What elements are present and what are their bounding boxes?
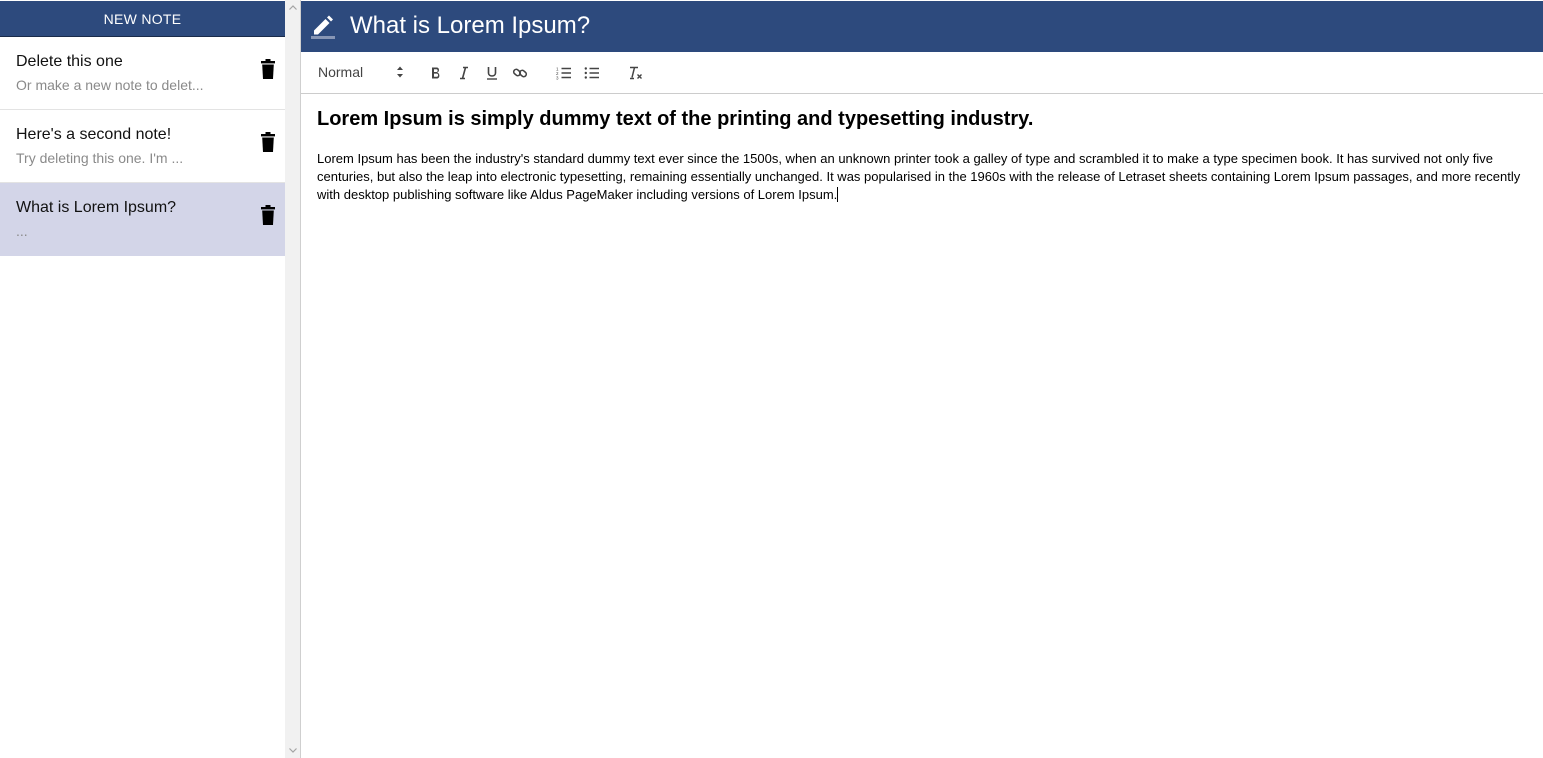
bold-icon[interactable] xyxy=(426,63,446,83)
title-bar: What is Lorem Ipsum? xyxy=(301,1,1543,52)
note-title-input[interactable]: What is Lorem Ipsum? xyxy=(350,12,590,40)
scroll-up-icon[interactable] xyxy=(285,0,300,15)
list-item-selected[interactable]: What is Lorem Ipsum? ... xyxy=(0,183,285,256)
note-title: Here's a second note! xyxy=(16,126,172,143)
clear-format-icon[interactable] xyxy=(626,63,646,83)
note-title: What is Lorem Ipsum? xyxy=(16,199,177,216)
trash-icon[interactable] xyxy=(261,205,275,225)
notes-app: NEW NOTE Delete this one Or make a new n… xyxy=(0,0,1543,758)
note-preview: Try deleting this one. I'm ... xyxy=(16,150,184,166)
list-item[interactable]: Delete this one Or make a new note to de… xyxy=(0,37,285,110)
note-preview: ... xyxy=(16,223,28,239)
editor-pane: What is Lorem Ipsum? Normal 12 3 Lorem I… xyxy=(300,0,1543,758)
italic-icon[interactable] xyxy=(454,63,474,83)
ordered-list-icon[interactable]: 123 xyxy=(554,63,574,83)
pencil-icon xyxy=(310,13,336,39)
sidebar-scrollbar[interactable] xyxy=(285,0,300,758)
new-note-button[interactable]: NEW NOTE xyxy=(0,1,285,37)
format-select-value: Normal xyxy=(318,64,364,80)
format-select[interactable]: Normal xyxy=(318,64,404,82)
editor-content[interactable]: Lorem Ipsum is simply dummy text of the … xyxy=(317,94,1527,204)
trash-icon[interactable] xyxy=(261,59,275,79)
scroll-down-icon[interactable] xyxy=(285,743,300,758)
link-icon[interactable] xyxy=(510,63,530,83)
select-arrows-icon xyxy=(396,65,404,82)
sidebar: NEW NOTE Delete this one Or make a new n… xyxy=(0,0,285,758)
underline-icon[interactable] xyxy=(482,63,502,83)
svg-text:3: 3 xyxy=(556,76,559,81)
content-heading: Lorem Ipsum is simply dummy text of the … xyxy=(317,108,1034,130)
text-caret xyxy=(837,187,839,202)
content-paragraph: Lorem Ipsum has been the industry's stan… xyxy=(317,151,1521,202)
bullet-list-icon[interactable] xyxy=(582,63,602,83)
trash-icon[interactable] xyxy=(261,132,275,152)
list-item[interactable]: Here's a second note! Try deleting this … xyxy=(0,110,285,183)
editor-toolbar: Normal 123 xyxy=(301,52,1543,94)
note-preview: Or make a new note to delet... xyxy=(16,77,204,93)
note-title: Delete this one xyxy=(16,53,123,70)
note-list: Delete this one Or make a new note to de… xyxy=(0,45,285,256)
